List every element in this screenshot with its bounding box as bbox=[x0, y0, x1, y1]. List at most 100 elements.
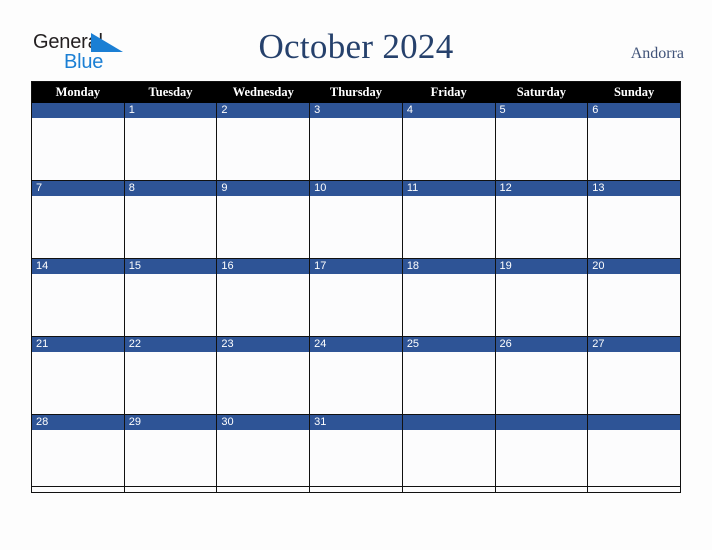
day-note-area[interactable] bbox=[588, 274, 680, 336]
day-note-area[interactable] bbox=[402, 352, 495, 414]
day-cell[interactable] bbox=[587, 414, 681, 493]
day-cell[interactable]: 10 bbox=[309, 180, 403, 259]
day-cell[interactable] bbox=[31, 102, 125, 181]
day-number: 25 bbox=[402, 337, 495, 352]
calendar-week-row: 21 22 23 24 25 26 27 bbox=[31, 336, 681, 415]
calendar-body: 1 2 3 4 5 6 7 8 9 10 11 12 13 14 15 16 1… bbox=[31, 102, 681, 493]
day-number: 8 bbox=[124, 181, 217, 196]
day-number bbox=[402, 415, 495, 430]
day-cell[interactable]: 8 bbox=[123, 180, 218, 259]
day-note-area[interactable] bbox=[310, 118, 402, 180]
page-title: October 2024 bbox=[258, 27, 454, 66]
day-note-area[interactable] bbox=[124, 118, 217, 180]
day-cell[interactable]: 1 bbox=[123, 102, 218, 181]
day-note-area[interactable] bbox=[32, 274, 124, 336]
day-cell[interactable]: 25 bbox=[401, 336, 496, 415]
day-cell[interactable]: 19 bbox=[494, 258, 589, 337]
day-note-area[interactable] bbox=[217, 118, 310, 180]
day-number: 26 bbox=[495, 337, 588, 352]
day-note-area[interactable] bbox=[495, 274, 588, 336]
day-note-area[interactable] bbox=[32, 196, 124, 258]
day-cell[interactable]: 7 bbox=[31, 180, 125, 259]
day-number: 20 bbox=[588, 259, 680, 274]
calendar-page: General Blue October 2024 Andorra Monday… bbox=[0, 0, 712, 550]
day-number: 31 bbox=[310, 415, 402, 430]
day-cell[interactable]: 29 bbox=[123, 414, 218, 493]
day-note-area[interactable] bbox=[495, 352, 588, 414]
day-cell[interactable]: 28 bbox=[31, 414, 125, 493]
day-cell[interactable]: 14 bbox=[31, 258, 125, 337]
day-note-area[interactable] bbox=[588, 352, 680, 414]
day-number: 23 bbox=[217, 337, 310, 352]
day-cell[interactable]: 27 bbox=[587, 336, 681, 415]
day-number: 15 bbox=[124, 259, 217, 274]
day-number: 28 bbox=[32, 415, 124, 430]
day-cell[interactable]: 26 bbox=[494, 336, 589, 415]
day-note-area[interactable] bbox=[588, 196, 680, 258]
day-note-area[interactable] bbox=[217, 196, 310, 258]
day-cell[interactable]: 15 bbox=[123, 258, 218, 337]
day-number: 7 bbox=[32, 181, 124, 196]
day-number: 11 bbox=[402, 181, 495, 196]
page-header: General Blue October 2024 Andorra bbox=[0, 0, 712, 80]
day-note-area[interactable] bbox=[217, 430, 310, 492]
day-cell[interactable]: 12 bbox=[494, 180, 589, 259]
day-cell[interactable]: 22 bbox=[123, 336, 218, 415]
day-cell[interactable]: 23 bbox=[216, 336, 311, 415]
day-note-area[interactable] bbox=[588, 118, 680, 180]
day-cell[interactable] bbox=[401, 414, 496, 493]
day-note-area[interactable] bbox=[32, 430, 124, 492]
day-note-area[interactable] bbox=[310, 430, 402, 492]
day-cell[interactable]: 11 bbox=[401, 180, 496, 259]
day-number: 18 bbox=[402, 259, 495, 274]
day-cell[interactable]: 31 bbox=[309, 414, 403, 493]
day-number: 14 bbox=[32, 259, 124, 274]
day-note-area[interactable] bbox=[495, 118, 588, 180]
day-cell[interactable]: 9 bbox=[216, 180, 311, 259]
day-note-area[interactable] bbox=[588, 430, 680, 492]
day-number bbox=[588, 415, 680, 430]
day-cell[interactable]: 20 bbox=[587, 258, 681, 337]
day-note-area[interactable] bbox=[402, 274, 495, 336]
day-cell[interactable]: 5 bbox=[494, 102, 589, 181]
weekday-header-wednesday: Wednesday bbox=[216, 81, 311, 103]
day-cell[interactable]: 6 bbox=[587, 102, 681, 181]
day-cell[interactable]: 3 bbox=[309, 102, 403, 181]
day-number: 27 bbox=[588, 337, 680, 352]
day-note-area[interactable] bbox=[32, 352, 124, 414]
day-cell[interactable]: 30 bbox=[216, 414, 311, 493]
day-note-area[interactable] bbox=[124, 274, 217, 336]
day-note-area[interactable] bbox=[402, 118, 495, 180]
day-note-area[interactable] bbox=[217, 352, 310, 414]
weekday-header-tuesday: Tuesday bbox=[123, 81, 218, 103]
day-number: 19 bbox=[495, 259, 588, 274]
day-cell[interactable] bbox=[494, 414, 589, 493]
day-note-area[interactable] bbox=[124, 430, 217, 492]
day-note-area[interactable] bbox=[124, 196, 217, 258]
day-cell[interactable]: 24 bbox=[309, 336, 403, 415]
calendar-table: Monday Tuesday Wednesday Thursday Friday… bbox=[31, 81, 681, 493]
day-note-area[interactable] bbox=[310, 274, 402, 336]
day-number: 12 bbox=[495, 181, 588, 196]
day-note-area[interactable] bbox=[310, 196, 402, 258]
day-number: 2 bbox=[217, 103, 310, 118]
day-note-area[interactable] bbox=[402, 196, 495, 258]
calendar-week-row: 1 2 3 4 5 6 bbox=[31, 102, 681, 181]
day-cell[interactable]: 18 bbox=[401, 258, 496, 337]
country-label: Andorra bbox=[630, 45, 684, 62]
day-note-area[interactable] bbox=[124, 352, 217, 414]
day-note-area[interactable] bbox=[32, 118, 124, 180]
day-cell[interactable]: 17 bbox=[309, 258, 403, 337]
day-note-area[interactable] bbox=[495, 196, 588, 258]
day-note-area[interactable] bbox=[495, 430, 588, 492]
day-note-area[interactable] bbox=[310, 352, 402, 414]
day-cell[interactable]: 4 bbox=[401, 102, 496, 181]
day-cell[interactable]: 2 bbox=[216, 102, 311, 181]
day-cell[interactable]: 16 bbox=[216, 258, 311, 337]
day-note-area[interactable] bbox=[217, 274, 310, 336]
day-number bbox=[32, 103, 124, 118]
day-number: 16 bbox=[217, 259, 310, 274]
day-cell[interactable]: 13 bbox=[587, 180, 681, 259]
day-note-area[interactable] bbox=[402, 430, 495, 492]
day-cell[interactable]: 21 bbox=[31, 336, 125, 415]
